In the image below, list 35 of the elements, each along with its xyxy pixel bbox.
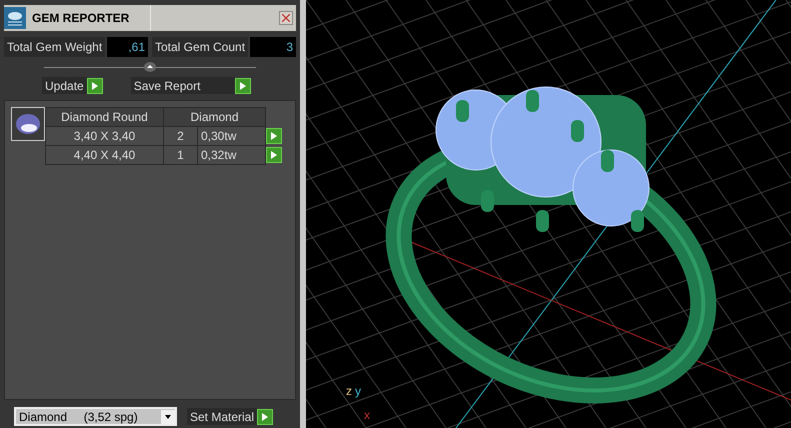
table-cell: 0,32tw [198, 146, 266, 164]
action-button[interactable]: Update [42, 77, 87, 94]
axis-label: y [355, 383, 361, 400]
app-icon [4, 7, 26, 29]
close-button[interactable] [279, 11, 293, 25]
table-cell: 0,30tw [198, 126, 266, 146]
total-value: 3 [250, 37, 296, 57]
set-material-button[interactable]: Set Material [187, 408, 258, 425]
play-icon [262, 412, 268, 420]
play-icon [271, 151, 277, 159]
play-button[interactable] [234, 78, 251, 94]
gem-icon [15, 113, 41, 135]
column-header: Diamond [164, 108, 266, 126]
table-cell: 1 [164, 146, 198, 164]
axis-label: x [364, 407, 370, 424]
total-label: Total Gem Weight [4, 37, 106, 57]
window-title: GEM REPORTER [32, 10, 130, 27]
play-icon [240, 82, 246, 90]
axis-label: z [346, 383, 352, 400]
material-dropdown[interactable]: Diamond (3,52 spg) [14, 407, 177, 426]
table-cell: 3,40 X 3,40 [46, 126, 164, 146]
column-header: Diamond Round [46, 108, 164, 126]
close-icon [282, 14, 290, 22]
caret-icon [161, 410, 175, 424]
play-icon [92, 82, 98, 90]
action-button[interactable]: Save Report [130, 77, 235, 94]
collapse-icon[interactable] [144, 62, 156, 72]
table-cell: 4,40 X 4,40 [46, 146, 164, 164]
play-button[interactable] [257, 408, 274, 424]
total-value: ,61 [107, 37, 148, 57]
total-label: Total Gem Count [152, 37, 248, 57]
dropdown-value: Diamond (3,52 spg) [19, 408, 138, 426]
table-cell: 2 [164, 126, 198, 146]
play-icon [271, 132, 277, 140]
play-button[interactable] [86, 78, 103, 94]
